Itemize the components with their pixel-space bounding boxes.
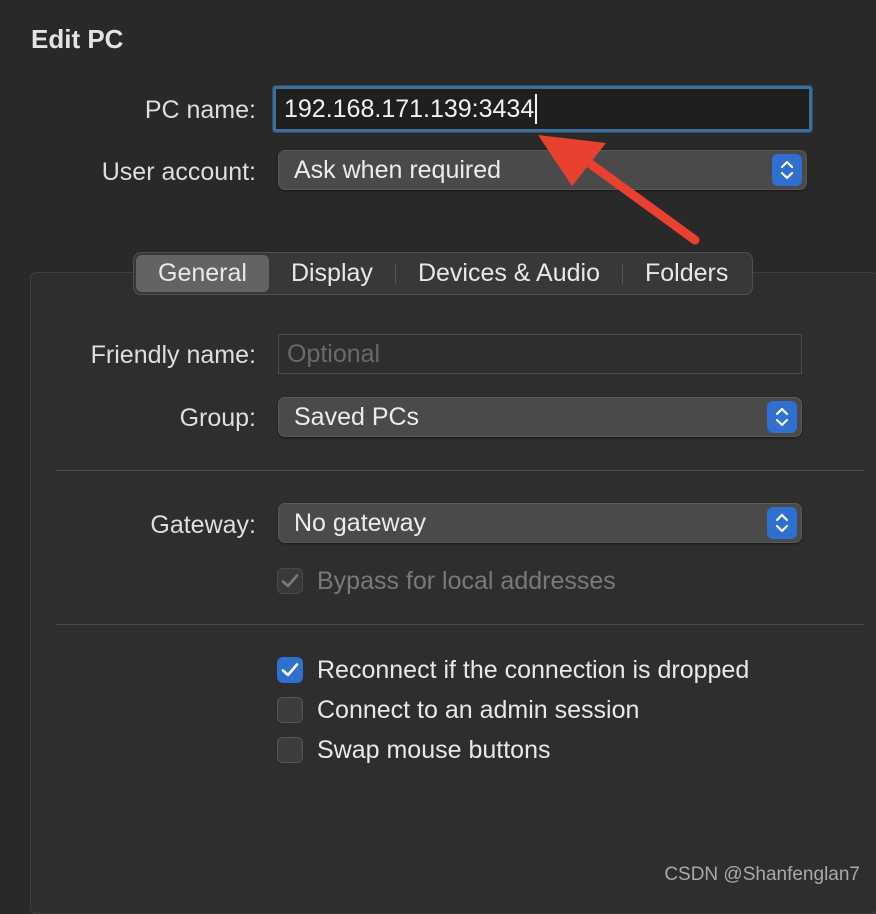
stepper-chevrons-icon	[767, 507, 797, 539]
bypass-label: Bypass for local addresses	[317, 567, 616, 595]
group-value: Saved PCs	[294, 402, 420, 431]
bypass-checkbox	[277, 568, 303, 594]
pc-name-value: 192.168.171.139:3434	[284, 94, 535, 123]
tab-bar: General Display Devices & Audio Folders	[133, 252, 754, 295]
friendly-name-input[interactable]: Optional	[278, 334, 802, 374]
checkmark-icon	[281, 574, 299, 588]
watermark: CSDN @Shanfenglan7	[664, 864, 860, 885]
reconnect-checkbox[interactable]	[277, 657, 303, 683]
section-divider	[56, 470, 864, 471]
gateway-label: Gateway:	[150, 511, 256, 539]
admin-session-checkbox[interactable]	[277, 697, 303, 723]
text-caret	[535, 94, 538, 124]
admin-session-label: Connect to an admin session	[317, 696, 640, 724]
group-select[interactable]: Saved PCs	[278, 397, 802, 437]
tab-devices-audio[interactable]: Devices & Audio	[396, 255, 622, 292]
gateway-value: No gateway	[294, 508, 427, 537]
pc-name-input[interactable]: 192.168.171.139:3434	[273, 86, 812, 132]
user-account-value: Ask when required	[294, 155, 502, 184]
user-account-label: User account:	[101, 158, 256, 186]
section-divider	[56, 624, 864, 625]
friendly-name-placeholder: Optional	[287, 339, 381, 368]
gateway-select[interactable]: No gateway	[278, 503, 802, 543]
swap-mouse-checkbox[interactable]	[277, 737, 303, 763]
pc-name-label: PC name:	[144, 96, 256, 124]
tab-folders[interactable]: Folders	[623, 255, 750, 292]
friendly-name-label: Friendly name:	[90, 341, 256, 369]
checkmark-icon	[281, 663, 299, 677]
user-account-select[interactable]: Ask when required	[278, 150, 807, 190]
swap-mouse-label: Swap mouse buttons	[317, 736, 551, 764]
stepper-chevrons-icon	[767, 401, 797, 433]
tab-display[interactable]: Display	[269, 255, 395, 292]
tab-general[interactable]: General	[136, 255, 269, 292]
reconnect-label: Reconnect if the connection is dropped	[317, 656, 750, 684]
stepper-chevrons-icon	[772, 154, 802, 186]
window-title: Edit PC	[31, 24, 124, 54]
group-label: Group:	[179, 404, 256, 432]
